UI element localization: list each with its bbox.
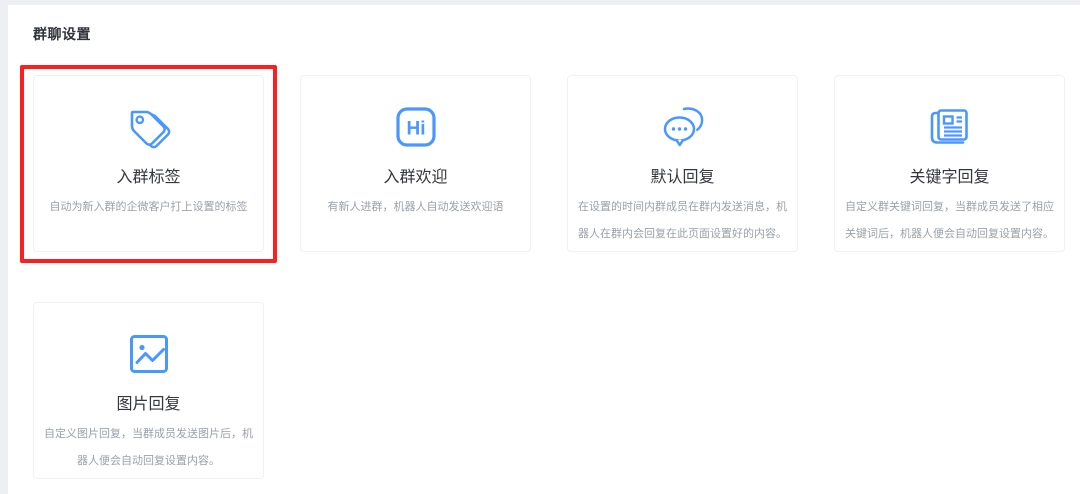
card-image-reply[interactable]: 图片回复 自定义图片回复，当群成员发送图片后，机器人便会自动回复设置内容。 [33, 302, 264, 479]
hi-icon-text: Hi [406, 119, 425, 140]
card-description: 有新人进群，机器人自动发送欢迎语 [301, 194, 530, 221]
newspaper-icon [835, 103, 1064, 151]
card-description: 自定义群关键词回复，当群成员发送了相应关键词后，机器人便会自动回复设置内容。 [835, 194, 1064, 248]
card-title: 入群欢迎 [301, 167, 530, 189]
card-title: 入群标签 [34, 167, 263, 189]
card-description: 自定义图片回复，当群成员发送图片后，机器人便会自动回复设置内容。 [34, 421, 263, 475]
image-icon [34, 330, 263, 378]
card-title: 默认回复 [568, 167, 797, 189]
chat-bubble-icon [568, 103, 797, 151]
section-title: 群聊设置 [8, 5, 1080, 44]
content-panel: 群聊设置 入群标签 自动为新入群的企微客户打上设置的标签 [8, 5, 1080, 494]
card-keyword-reply[interactable]: 关键字回复 自定义群关键词回复，当群成员发送了相应关键词后，机器人便会自动回复设… [834, 75, 1065, 252]
highlight-annotation-box [20, 65, 277, 263]
card-description: 在设置的时间内群成员在群内发送消息，机器人在群内会回复在此页面设置好的内容。 [568, 194, 797, 248]
card-join-group-welcome[interactable]: Hi 入群欢迎 有新人进群，机器人自动发送欢迎语 [300, 75, 531, 252]
settings-card-grid: 入群标签 自动为新入群的企微客户打上设置的标签 Hi 入群欢迎 有新人进群，机器… [33, 75, 1065, 479]
card-default-reply[interactable]: 默认回复 在设置的时间内群成员在群内发送消息，机器人在群内会回复在此页面设置好的… [567, 75, 798, 252]
card-title: 图片回复 [34, 394, 263, 416]
tag-icon [34, 103, 263, 151]
card-join-group-tag[interactable]: 入群标签 自动为新入群的企微客户打上设置的标签 [33, 75, 264, 252]
hi-icon: Hi [301, 103, 530, 151]
card-description: 自动为新入群的企微客户打上设置的标签 [34, 194, 263, 221]
card-title: 关键字回复 [835, 167, 1064, 189]
